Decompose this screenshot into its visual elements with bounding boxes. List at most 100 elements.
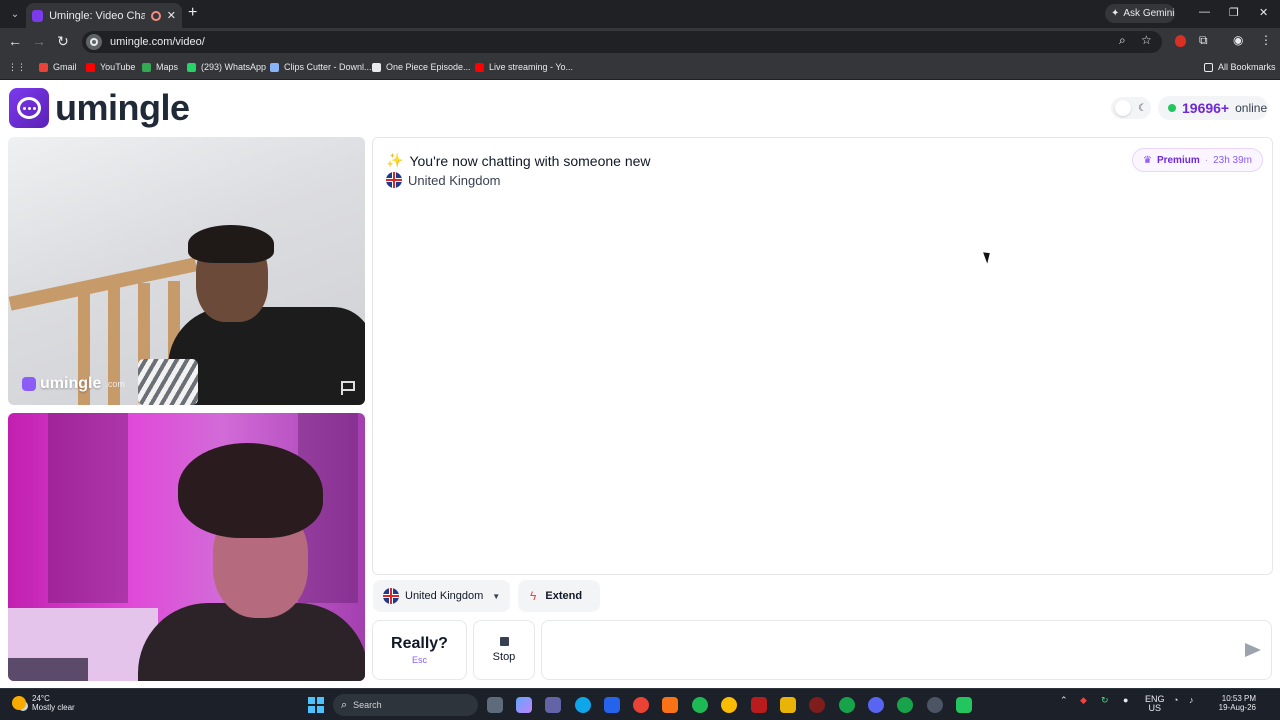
self-video xyxy=(8,413,365,681)
uk-flag-icon xyxy=(383,588,399,604)
skip-button[interactable]: Really? Esc xyxy=(372,620,467,680)
temperature: 24°C xyxy=(32,694,50,703)
apps-grid-icon[interactable]: ⋮⋮ xyxy=(8,62,26,73)
skip-shortcut: Esc xyxy=(411,655,427,665)
chrome-profile-icon[interactable] xyxy=(721,697,737,713)
search-icon: ⌕ xyxy=(341,698,348,711)
app-icon[interactable] xyxy=(927,697,943,713)
task-view-icon[interactable] xyxy=(487,697,503,713)
gmail-icon xyxy=(39,62,48,72)
restore-window-button[interactable]: ❐ xyxy=(1229,6,1239,19)
clock-date: 19-Aug-26 xyxy=(1218,703,1256,712)
premium-time-remaining: 23h 39m xyxy=(1213,154,1252,166)
tray-chevron-icon[interactable]: ⌃ xyxy=(1060,695,1068,706)
message-input[interactable] xyxy=(552,639,1222,661)
toggle-knob xyxy=(1115,100,1131,116)
vlc-icon[interactable] xyxy=(662,697,678,713)
tab-search-icon[interactable]: ⌄ xyxy=(4,4,26,24)
new-tab-button[interactable]: + xyxy=(188,4,197,22)
stop-label: Stop xyxy=(492,651,516,663)
browser-menu-icon[interactable]: ⋮ xyxy=(1260,33,1272,47)
tray-app-icon[interactable]: ◆ xyxy=(1080,695,1087,706)
chat-status-message: You're now chatting with someone new xyxy=(409,152,651,169)
weather-description: Mostly clear xyxy=(32,703,75,712)
windows-start-icon[interactable] xyxy=(308,697,324,713)
zoom-icon[interactable]: ⌕ xyxy=(1119,33,1126,48)
wifi-icon[interactable]: ◔ xyxy=(1173,695,1178,705)
skip-label: Really? xyxy=(391,635,448,652)
message-composer xyxy=(541,620,1272,680)
extend-button[interactable]: ϟ Extend xyxy=(518,580,600,612)
app-icon[interactable] xyxy=(956,697,972,713)
bookmark-one-piece[interactable]: One Piece Episode... xyxy=(372,62,471,72)
bookmark-star-icon[interactable]: ☆ xyxy=(1141,33,1152,47)
striped-cloth xyxy=(138,359,198,405)
tray-sync-icon[interactable]: ↻ xyxy=(1101,695,1109,706)
stop-button[interactable]: Stop xyxy=(473,620,535,680)
taskbar-search[interactable]: ⌕ Search xyxy=(333,694,478,716)
profile-avatar-icon[interactable]: ◉ xyxy=(1233,33,1243,47)
weather-widget[interactable]: 24°C Mostly clear xyxy=(12,694,75,712)
app-icon[interactable] xyxy=(897,697,913,713)
bookmark-gmail[interactable]: Gmail xyxy=(39,62,77,72)
spotify-icon[interactable] xyxy=(692,697,708,713)
online-count: 19696+ xyxy=(1182,100,1230,116)
teams-icon[interactable] xyxy=(545,697,561,713)
address-bar[interactable]: umingle.com/video/ xyxy=(82,31,1162,53)
partner-video: umingle .com xyxy=(8,137,365,405)
discord-icon[interactable] xyxy=(868,697,884,713)
umingle-watermark-icon xyxy=(22,377,36,391)
close-window-button[interactable]: ✕ xyxy=(1259,6,1268,19)
file-explorer-icon[interactable] xyxy=(780,697,796,713)
app-icon[interactable] xyxy=(809,697,825,713)
ask-gemini-label: Ask Gemini xyxy=(1123,8,1175,19)
premium-badge[interactable]: ♛ Premium · 23h 39m xyxy=(1131,148,1263,172)
chrome-icon[interactable] xyxy=(633,697,649,713)
system-clock[interactable]: 10:53 PM 19-Aug-26 xyxy=(1210,694,1256,712)
browser-tab-active[interactable]: Umingle: Video Chat with St ✕ xyxy=(26,3,182,28)
uk-flag-icon xyxy=(386,172,402,188)
back-button[interactable]: ← xyxy=(6,33,24,49)
bookmark-clips-cutter[interactable]: Clips Cutter - Downl... xyxy=(270,62,372,72)
chat-status-line: ✨ You're now chatting with someone new xyxy=(386,152,651,169)
premium-label: Premium xyxy=(1156,154,1200,166)
browser-toolbar: ← → ↻ umingle.com/video/ ⌕ ☆ ⧉ ◉ ⋮ xyxy=(0,28,1280,56)
bookmark-maps[interactable]: Maps xyxy=(142,62,178,72)
minimize-window-button[interactable]: — xyxy=(1199,6,1210,18)
send-icon[interactable] xyxy=(1245,643,1261,657)
reload-button[interactable]: ↻ xyxy=(54,33,72,50)
bookmark-youtube[interactable]: YouTube xyxy=(86,62,135,72)
bookmarks-bar: ⋮⋮ Gmail YouTube Maps (293) WhatsApp Cli… xyxy=(0,56,1280,80)
bookmark-whatsapp[interactable]: (293) WhatsApp xyxy=(187,62,266,72)
crown-icon: ♛ xyxy=(1142,154,1152,166)
report-flag-icon[interactable] xyxy=(341,381,355,395)
forward-button[interactable]: → xyxy=(30,33,48,49)
self-hair xyxy=(178,443,323,538)
online-label: online xyxy=(1235,101,1268,115)
microphone-icon[interactable]: ● xyxy=(1123,695,1128,705)
site-info-icon[interactable] xyxy=(86,34,102,50)
maps-icon xyxy=(142,62,151,72)
ask-gemini-button[interactable]: ✦ Ask Gemini xyxy=(1105,4,1175,23)
country-filter-dropdown[interactable]: United Kingdom ▼ xyxy=(373,580,510,612)
close-tab-icon[interactable]: ✕ xyxy=(167,9,176,22)
app-icon[interactable] xyxy=(839,697,855,713)
bookmark-live-streaming[interactable]: Live streaming - Yo... xyxy=(475,62,573,72)
umingle-logo[interactable]: umingle xyxy=(9,87,190,129)
youtube-icon xyxy=(475,62,484,72)
caret-down-icon: ▼ xyxy=(492,591,501,601)
page-content: umingle ☾ 19696+ online umingle .com ✨ Y… xyxy=(0,80,1280,688)
extensions-icon[interactable]: ⧉ xyxy=(1199,33,1208,48)
volume-icon[interactable]: ♪ xyxy=(1189,695,1194,705)
edge-icon[interactable] xyxy=(575,697,591,713)
extension-icon[interactable] xyxy=(1175,35,1186,47)
app-icon[interactable] xyxy=(604,697,620,713)
all-bookmarks-button[interactable]: All Bookmarks xyxy=(1204,62,1276,72)
netflix-icon[interactable] xyxy=(751,697,767,713)
dark-mode-toggle[interactable]: ☾ xyxy=(1111,97,1151,119)
clips-cutter-icon xyxy=(270,62,279,72)
copilot-icon[interactable] xyxy=(516,697,532,713)
windows-taskbar: 24°C Mostly clear ⌕ Search ⌃ ◆ ↻ ● ENG U… xyxy=(0,688,1280,720)
partner-location: United Kingdom xyxy=(386,172,501,188)
language-indicator[interactable]: ENG US xyxy=(1145,695,1165,713)
